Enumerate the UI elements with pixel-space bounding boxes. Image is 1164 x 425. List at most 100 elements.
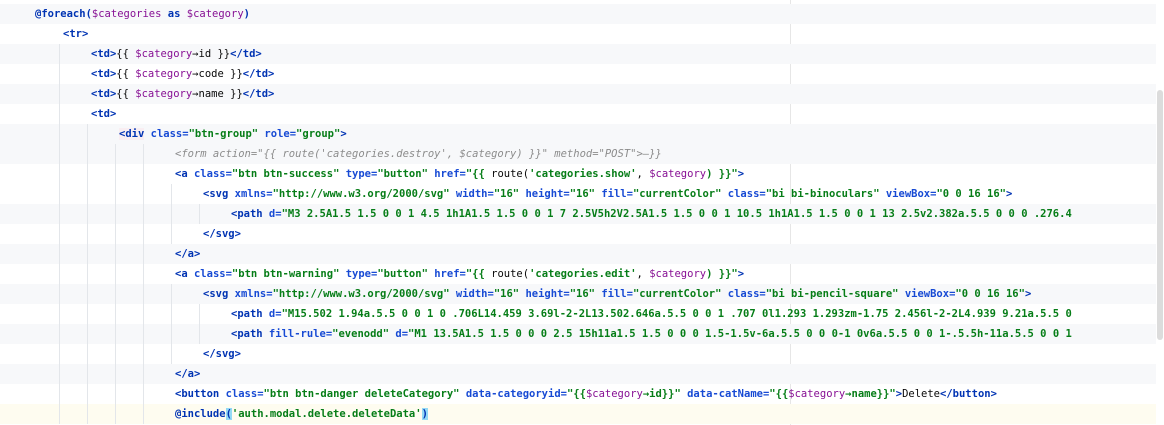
code-token: <td> xyxy=(91,48,117,60)
code-token: "{{ xyxy=(566,388,586,400)
code-text: </a> xyxy=(175,244,200,264)
code-line-a-warning[interactable]: <a class="btn btn-warning" type="button"… xyxy=(0,264,1164,284)
indent-guide xyxy=(171,324,172,344)
code-token: height= xyxy=(519,288,570,300)
code-line-button-delete[interactable]: <button class="btn btn-danger deleteCate… xyxy=(0,384,1164,404)
code-line-svg-binoculars[interactable]: <svg xmlns="http://www.w3.org/2000/svg" … xyxy=(0,184,1164,204)
indent-guide xyxy=(59,264,60,284)
code-token: "bi bi-binoculars" xyxy=(765,188,880,200)
code-line-td-code[interactable]: <td>{{ $category→code }}</td> xyxy=(0,64,1164,84)
indent-guide xyxy=(143,284,144,304)
code-text: @foreach($categories as $category) xyxy=(35,4,250,24)
code-line-a-close-2[interactable]: </a> xyxy=(0,364,1164,384)
code-token: $categories xyxy=(91,8,162,20)
indent-guide xyxy=(171,184,172,204)
code-token: $category xyxy=(585,388,643,400)
indent-guide xyxy=(115,184,116,204)
indent-guide xyxy=(59,344,60,364)
code-text: <a class="btn btn-warning" type="button"… xyxy=(175,264,744,284)
code-line-svg-close-1[interactable]: </svg> xyxy=(0,224,1164,244)
code-line-form-folded[interactable]: <form action="{{ route('categories.destr… xyxy=(0,144,1164,164)
code-line-include[interactable]: @include('auth.modal.delete.deleteData') xyxy=(0,404,1164,424)
code-token: xmlns= xyxy=(228,288,273,300)
indent-guide xyxy=(87,404,88,424)
code-token: "M3 2.5A1.5 1.5 0 0 1 4.5 1h1A1.5 1.5 0 … xyxy=(281,208,1072,220)
code-line-svg-close-2[interactable]: </svg> xyxy=(0,344,1164,364)
indent-guide xyxy=(143,324,144,344)
code-token: <td> xyxy=(91,108,117,120)
code-token: </a> xyxy=(175,368,201,380)
indent-guide xyxy=(87,384,88,404)
code-token: > xyxy=(1024,288,1032,300)
code-token: $category xyxy=(649,168,707,180)
code-token: </td> xyxy=(242,68,275,80)
code-line-path-pencil-1[interactable]: <path d="M15.502 1.94a.5.5 0 0 1 0 .706L… xyxy=(0,304,1164,324)
code-editor[interactable]: @foreach($categories as $category) <tr> <t… xyxy=(0,0,1164,425)
code-line-td-name[interactable]: <td>{{ $category→name }}</td> xyxy=(0,84,1164,104)
code-text: <tr> xyxy=(63,24,88,44)
indent-guide xyxy=(115,344,116,364)
code-token: class= xyxy=(219,388,264,400)
code-line-path-binoculars[interactable]: <path d="M3 2.5A1.5 1.5 0 0 1 4.5 1h1A1.… xyxy=(0,204,1164,224)
code-token: "http://www.w3.org/2000/svg" xyxy=(272,288,450,300)
indent-guide xyxy=(171,224,172,244)
code-token: <path xyxy=(231,208,263,220)
indent-guide xyxy=(143,164,144,184)
code-token: d= xyxy=(262,308,282,320)
code-token: fill-rule= xyxy=(262,328,333,340)
indent-guide xyxy=(115,384,116,404)
code-token: <a xyxy=(175,168,188,180)
indent-guide xyxy=(59,324,60,344)
code-line-div-open[interactable]: <div class="btn-group" role="group"> xyxy=(0,124,1164,144)
code-token: "http://www.w3.org/2000/svg" xyxy=(272,188,450,200)
code-token: </td> xyxy=(242,88,275,100)
code-token: "16" xyxy=(569,288,596,300)
code-text: <form action="{{ route('categories.destr… xyxy=(175,144,662,164)
indent-guide xyxy=(87,204,88,224)
code-text: </svg> xyxy=(203,344,241,364)
code-text: <td>{{ $category→id }}</td> xyxy=(91,44,262,64)
code-line-tr-open[interactable]: <tr> xyxy=(0,24,1164,44)
code-line-a-success[interactable]: <a class="btn btn-success" type="button"… xyxy=(0,164,1164,184)
code-token: <tr> xyxy=(63,28,89,40)
indent-guide xyxy=(87,264,88,284)
indent-guide xyxy=(115,324,116,344)
indent-guide xyxy=(59,144,60,164)
code-token: 'categories.edit' xyxy=(529,268,637,280)
code-line-path-pencil-2[interactable]: <path fill-rule="evenodd" d="M1 13.5A1.5… xyxy=(0,324,1164,344)
indent-guide xyxy=(143,144,144,164)
indent-guide xyxy=(143,184,144,204)
indent-guide xyxy=(59,224,60,244)
indent-guide xyxy=(87,304,88,324)
code-line-svg-pencil[interactable]: <svg xmlns="http://www.w3.org/2000/svg" … xyxy=(0,284,1164,304)
indent-guide xyxy=(199,304,200,324)
code-token: <svg xyxy=(203,188,229,200)
code-line-td-open[interactable]: <td> xyxy=(0,104,1164,124)
code-line-td-id[interactable]: <td>{{ $category→id }}</td> xyxy=(0,44,1164,64)
code-token: name xyxy=(198,88,224,100)
indent-guide xyxy=(199,204,200,224)
code-token: class= xyxy=(721,188,766,200)
scrollbar-thumb[interactable] xyxy=(1157,90,1163,340)
code-token: {{ xyxy=(116,48,136,60)
indent-guide xyxy=(59,384,60,404)
code-token: > xyxy=(340,128,347,140)
code-token: code xyxy=(198,68,224,80)
indent-guide xyxy=(87,344,88,364)
indent-guide xyxy=(59,44,60,64)
code-token: "bi bi-pencil-square" xyxy=(765,288,899,300)
code-token: {{ xyxy=(116,88,136,100)
code-text: <path d="M15.502 1.94a.5.5 0 0 1 0 .706L… xyxy=(231,304,1072,324)
indent-guide xyxy=(59,204,60,224)
code-token: 'categories.show' xyxy=(529,168,637,180)
code-line-foreach[interactable]: @foreach($categories as $category) xyxy=(0,4,1164,24)
indent-guide xyxy=(115,204,116,224)
code-line-a-close-1[interactable]: </a> xyxy=(0,244,1164,264)
code-token: }} xyxy=(223,88,243,100)
code-token: fill= xyxy=(595,188,633,200)
indent-guide xyxy=(143,244,144,264)
code-token: "16" xyxy=(493,188,520,200)
vertical-scrollbar[interactable] xyxy=(1156,0,1164,425)
code-token: "0 0 16 16" xyxy=(936,188,1006,200)
code-token: </svg> xyxy=(203,228,241,240)
